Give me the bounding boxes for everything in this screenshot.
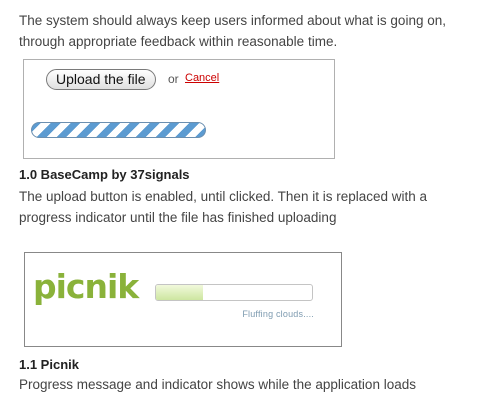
picnik-progress-fill bbox=[156, 285, 203, 300]
picnik-heading: 1.1 Picnik bbox=[19, 357, 79, 372]
basecamp-heading: 1.0 BaseCamp by 37signals bbox=[19, 167, 190, 182]
basecamp-desc-line-1: The upload button is enabled, until clic… bbox=[19, 189, 427, 204]
or-label: or bbox=[168, 72, 179, 86]
picnik-progress-bar bbox=[155, 284, 313, 301]
striped-progress-bar bbox=[31, 122, 206, 138]
picnik-loading-example: picnik Fluffing clouds.... bbox=[24, 252, 342, 347]
cancel-link[interactable]: Cancel bbox=[185, 72, 219, 84]
loading-message: Fluffing clouds.... bbox=[242, 309, 314, 319]
basecamp-upload-example: Upload the file or Cancel bbox=[23, 59, 335, 159]
basecamp-desc-line-2: progress indicator until the file has fi… bbox=[19, 210, 337, 225]
picnik-description: Progress message and indicator shows whi… bbox=[19, 377, 416, 392]
picnik-logo: picnik bbox=[33, 267, 141, 306]
upload-file-button[interactable]: Upload the file bbox=[46, 69, 156, 90]
picnik-logo-text: picnik bbox=[33, 267, 140, 306]
intro-line-2: through appropriate feedback within reas… bbox=[19, 34, 338, 49]
intro-line-1: The system should always keep users info… bbox=[19, 13, 446, 28]
